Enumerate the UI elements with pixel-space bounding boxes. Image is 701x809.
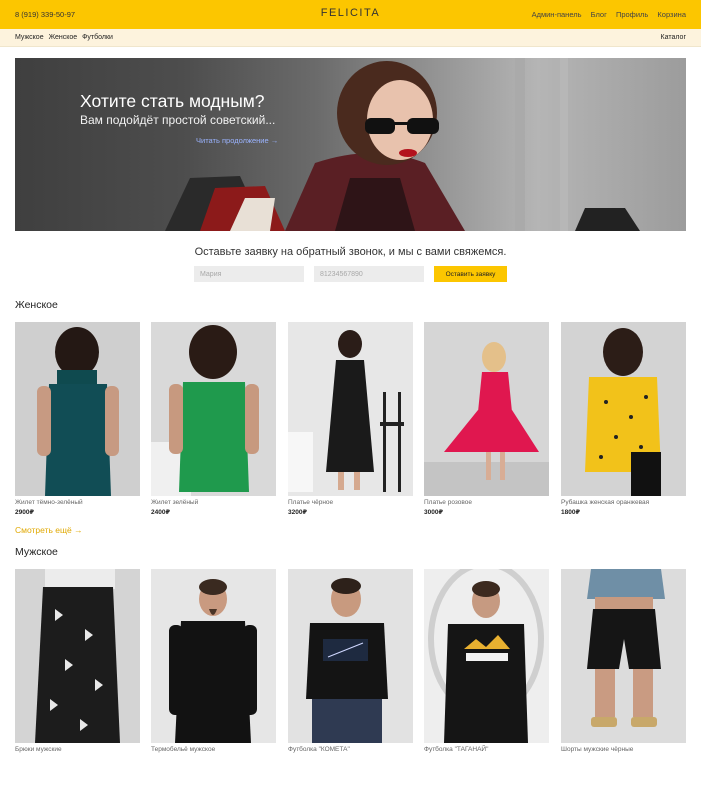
category-women[interactable]: Женское (49, 34, 78, 41)
product-name[interactable]: Жилет тёмно-зелёный (15, 499, 140, 506)
product-card[interactable]: Платье розовое 3000₽ (424, 322, 549, 516)
hero-subtitle: Вам подойдёт простой советский... (80, 113, 276, 127)
top-bar: 8 (919) 339-50-97 FELICITA Админ-панель … (0, 0, 701, 29)
product-name[interactable]: Платье чёрное (288, 499, 413, 506)
product-card[interactable]: Шорты мужские чёрные (561, 569, 686, 753)
submit-request-button[interactable]: Оставить заявку (434, 266, 507, 282)
women-product-grid: Жилет тёмно-зелёный 2900₽ Жилет зелёный … (15, 322, 686, 562)
product-name[interactable]: Платье розовое (424, 499, 549, 506)
category-bar: Мужское Женское Футболки Каталог (0, 29, 701, 47)
men-product-grid: Брюки мужские Термобельё мужское Футболк… (15, 569, 686, 809)
product-card[interactable]: Футболка "КОМЕТА" (288, 569, 413, 753)
women-section-title: Женское (15, 299, 58, 311)
product-card[interactable]: Футболка "ТАГАНАЙ" (424, 569, 549, 753)
product-name[interactable]: Жилет зелёный (151, 499, 276, 506)
nav-admin-panel[interactable]: Админ-панель (532, 10, 582, 19)
see-more-link[interactable]: Смотреть ещё → (15, 525, 83, 535)
product-price: 3200₽ (288, 509, 307, 516)
category-links: Мужское Женское Футболки (15, 34, 116, 41)
men-section-title: Мужское (15, 546, 58, 558)
product-photo[interactable] (151, 322, 276, 496)
category-men[interactable]: Мужское (15, 34, 44, 41)
product-price: 2900₽ (15, 509, 34, 516)
product-card[interactable]: Жилет тёмно-зелёный 2900₽ (15, 322, 140, 516)
product-price: 2400₽ (151, 509, 170, 516)
product-photo[interactable] (424, 569, 549, 743)
product-name[interactable]: Рубашка женская оранжевая (561, 499, 686, 506)
nav-blog[interactable]: Блог (591, 10, 607, 19)
catalog-link[interactable]: Каталог (661, 34, 686, 41)
product-photo[interactable] (15, 569, 140, 743)
hero-title: Хотите стать модным? (80, 91, 265, 111)
nav-cart[interactable]: Корзина (657, 10, 686, 19)
product-card[interactable]: Термобельё мужское (151, 569, 276, 753)
product-photo[interactable] (288, 569, 413, 743)
hero-read-more-link[interactable]: Читать продолжение → (196, 136, 278, 145)
product-photo[interactable] (424, 322, 549, 496)
product-photo[interactable] (151, 569, 276, 743)
product-price: 1800₽ (561, 509, 580, 516)
callback-text: Оставьте заявку на обратный звонок, и мы… (194, 246, 507, 258)
product-photo[interactable] (15, 322, 140, 496)
product-photo[interactable] (561, 322, 686, 496)
product-card[interactable]: Рубашка женская оранжевая 1800₽ (561, 322, 686, 516)
product-photo[interactable] (288, 322, 413, 496)
phone-input[interactable] (314, 266, 424, 282)
name-input[interactable] (194, 266, 304, 282)
product-card[interactable]: Платье чёрное 3200₽ (288, 322, 413, 516)
hero-banner: Хотите стать модным? Вам подойдёт просто… (15, 58, 686, 231)
top-nav: Админ-панель Блог Профиль Корзина (525, 10, 686, 19)
nav-profile[interactable]: Профиль (616, 10, 648, 19)
product-photo[interactable] (561, 569, 686, 743)
hero-image (165, 58, 640, 231)
product-price: 3000₽ (424, 509, 443, 516)
category-tshirts[interactable]: Футболки (82, 34, 113, 41)
product-card[interactable]: Брюки мужские (15, 569, 140, 753)
product-card[interactable]: Жилет зелёный 2400₽ (151, 322, 276, 516)
